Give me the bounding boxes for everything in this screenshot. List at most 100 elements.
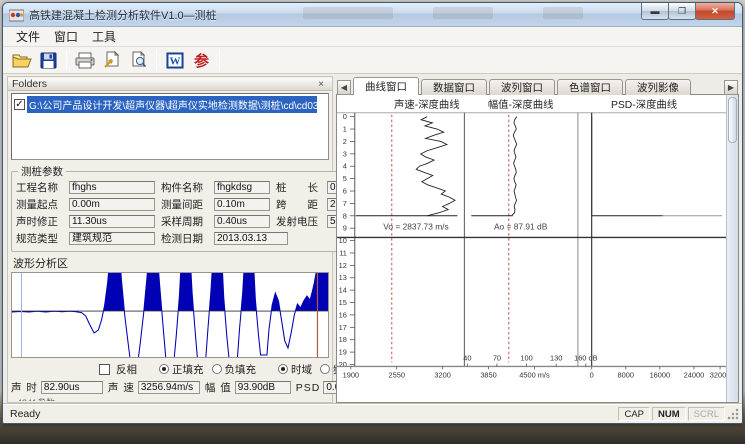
radio-icon[interactable] <box>212 364 222 374</box>
app-icon <box>9 8 24 22</box>
folder-item-checkbox[interactable]: ✓ <box>14 99 25 110</box>
folder-list-item[interactable]: ✓ G:\公司产品设计开发\超声仪器\超声仪实地检测数据\测桩\cd\cd03\… <box>14 97 326 111</box>
save-icon <box>40 52 57 69</box>
folders-pane-caption[interactable]: Folders × <box>8 78 332 91</box>
measure-value-field[interactable]: 82.90us <box>41 381 103 394</box>
param-value-field[interactable]: 建筑规范 <box>69 232 155 245</box>
print-preview-button[interactable] <box>126 49 151 72</box>
depth-tick-label: 6 <box>343 186 347 195</box>
menu-item-0[interactable]: 文件 <box>9 26 47 47</box>
param-label: 测量间距 <box>161 197 211 212</box>
parameters-icon: 参 <box>194 50 209 71</box>
param-value-field[interactable]: 11.30us <box>69 215 155 228</box>
tab-波列窗口[interactable]: 波列窗口 <box>489 79 555 95</box>
param-label: 检测日期 <box>161 231 211 246</box>
measure-value-field[interactable]: 3256.94m/s <box>138 381 200 394</box>
measure-value-field[interactable]: 93.90dB <box>235 381 291 394</box>
radio-icon[interactable] <box>278 364 288 374</box>
param-cell: 声时修正11.30us <box>16 214 155 229</box>
folder-list[interactable]: ✓ G:\公司产品设计开发\超声仪器\超声仪实地检测数据\测桩\cd\cd03\… <box>11 93 329 160</box>
velocity-tick-label: 4500 m/s <box>519 370 550 379</box>
amplitude-tick-label: 40 <box>463 354 471 363</box>
depth-curves-canvas[interactable]: 声速-深度曲线幅值-深度曲线PSD-深度曲线012345678910111213… <box>337 95 726 398</box>
velocity-tick-label: 2550 <box>389 370 405 379</box>
amplitude-tick-label: 100 <box>520 354 532 363</box>
indicator-CAP: CAP <box>618 407 650 421</box>
depth-tick-label: 7 <box>343 199 347 208</box>
param-cell: 构件名称fhgkdsg <box>161 180 270 195</box>
tab-数据窗口[interactable]: 数据窗口 <box>421 79 487 95</box>
fill-radio-group: 正填充负填充 <box>159 362 264 377</box>
menu-item-2[interactable]: 工具 <box>85 26 123 47</box>
save-button[interactable] <box>36 49 61 72</box>
chart-vertical-scrollbar[interactable] <box>726 95 738 402</box>
print-button[interactable] <box>72 49 97 72</box>
word-export-button[interactable]: W <box>162 49 187 72</box>
tab-波列影像[interactable]: 波列影像 <box>625 79 691 95</box>
param-value-field[interactable]: 2013.03.13 <box>214 232 288 245</box>
folders-pane-close-icon[interactable]: × <box>314 79 328 90</box>
depth-tick-label: 4 <box>343 162 347 171</box>
param-value-field[interactable]: 0.10m <box>214 198 270 211</box>
measure-label: PSD <box>296 382 321 394</box>
measure-label: 声 速 <box>108 380 135 395</box>
param-label: 规范类型 <box>16 231 66 246</box>
left-panel: Folders × ✓ G:\公司产品设计开发\超声仪器\超声仪实地检测数据\测… <box>7 76 333 403</box>
param-cell: 检测日期2013.03.13 <box>161 231 288 246</box>
invert-label: 反相 <box>116 362 137 377</box>
tab-scroll-right-icon[interactable]: ▶ <box>724 80 738 95</box>
chart-title-2: PSD-深度曲线 <box>611 98 677 111</box>
curve-series-1 <box>512 117 517 216</box>
open-folder-button[interactable] <box>9 49 34 72</box>
velocity-tick-label: 3850 <box>480 370 496 379</box>
resize-grip[interactable] <box>727 407 740 421</box>
toolbar-separator <box>156 50 157 70</box>
tab-色谱窗口[interactable]: 色谱窗口 <box>557 79 623 95</box>
clipped-caption: 4841参数 <box>17 396 329 401</box>
param-value-field[interactable]: fhgkdsg <box>214 181 270 194</box>
titlebar-glass-reflection <box>433 7 493 19</box>
psd-tick-label: 32000 <box>710 370 726 379</box>
depth-tick-label: 17 <box>339 323 347 332</box>
fill-option-label: 正填充 <box>172 362 204 377</box>
invert-checkbox[interactable] <box>99 364 110 375</box>
param-value-field[interactable]: 0.40us <box>214 215 270 228</box>
indicator-SCRL: SCRL <box>688 407 725 421</box>
statusbar: Ready CAPNUMSCRL <box>3 404 742 423</box>
amplitude-tick-label: 130 <box>550 354 562 363</box>
param-value-field[interactable]: fhghs <box>69 181 155 194</box>
radio-icon[interactable] <box>159 364 169 374</box>
waveform-plot[interactable] <box>11 272 329 358</box>
tab-曲线窗口[interactable]: 曲线窗口 <box>353 77 419 95</box>
status-message: Ready <box>5 408 616 420</box>
titlebar-glass-reflection <box>303 7 393 19</box>
param-label: 声时修正 <box>16 214 66 229</box>
titlebar[interactable]: 高铁建混凝土检测分析软件V1.0—测桩 ▬ ❐ ✕ <box>3 3 742 27</box>
parameters-button[interactable]: 参 <box>189 49 214 72</box>
depth-tick-label: 14 <box>339 286 347 295</box>
fill-option-1[interactable]: 负填充 <box>212 362 257 377</box>
radio-icon[interactable] <box>320 364 330 374</box>
toolbar-separator <box>219 50 220 70</box>
waveform-canvas[interactable] <box>12 273 328 357</box>
param-value-field[interactable]: 0.00m <box>69 198 155 211</box>
print-icon <box>75 52 95 69</box>
close-button[interactable]: ✕ <box>695 3 735 20</box>
maximize-button[interactable]: ❐ <box>668 3 696 20</box>
psd-tick-label: 24000 <box>684 370 705 379</box>
param-cell: 测量起点0.00m <box>16 197 155 212</box>
export-report-button[interactable] <box>99 49 124 72</box>
psd-tick-label: 0 <box>590 370 594 379</box>
velocity-tick-label: 3200 <box>434 370 450 379</box>
param-label: 发射电压 <box>276 214 324 229</box>
menu-item-1[interactable]: 窗口 <box>47 26 85 47</box>
scrollbar-thumb[interactable] <box>728 97 737 143</box>
tab-scroll-left-icon[interactable]: ◀ <box>337 80 351 95</box>
indicator-NUM: NUM <box>652 407 686 421</box>
minimize-button[interactable]: ▬ <box>641 3 669 20</box>
param-label: 构件名称 <box>161 180 211 195</box>
fill-option-0[interactable]: 正填充 <box>159 362 204 377</box>
domain-option-0[interactable]: 时域 <box>278 362 312 377</box>
invert-checkbox-group[interactable]: 反相 <box>99 362 137 377</box>
word-export-icon: W <box>166 52 184 69</box>
